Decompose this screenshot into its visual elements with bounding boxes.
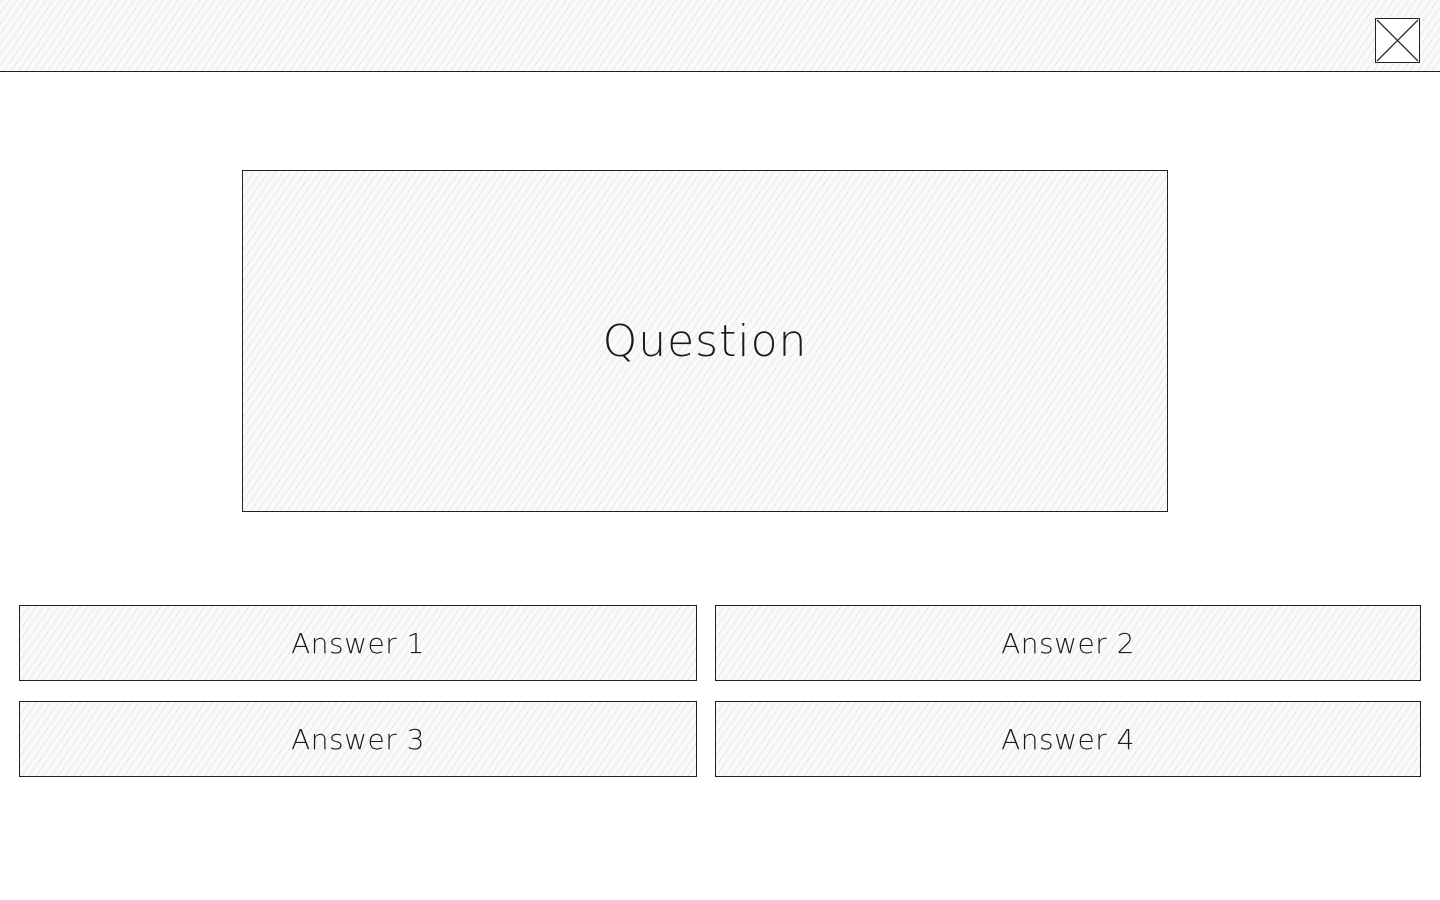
answer-2-button[interactable]: Answer 2 [715,605,1421,681]
answer-3-button[interactable]: Answer 3 [19,701,697,777]
question-card: Question [242,170,1168,512]
answer-label: Answer 3 [291,722,425,756]
answer-1-button[interactable]: Answer 1 [19,605,697,681]
answer-4-button[interactable]: Answer 4 [715,701,1421,777]
question-text: Question [602,315,808,367]
answer-label: Answer 4 [1001,722,1135,756]
close-button[interactable] [1375,18,1420,63]
top-bar [0,0,1440,72]
answer-label: Answer 2 [1001,626,1135,660]
answer-label: Answer 1 [291,626,425,660]
close-icon [1376,19,1419,62]
